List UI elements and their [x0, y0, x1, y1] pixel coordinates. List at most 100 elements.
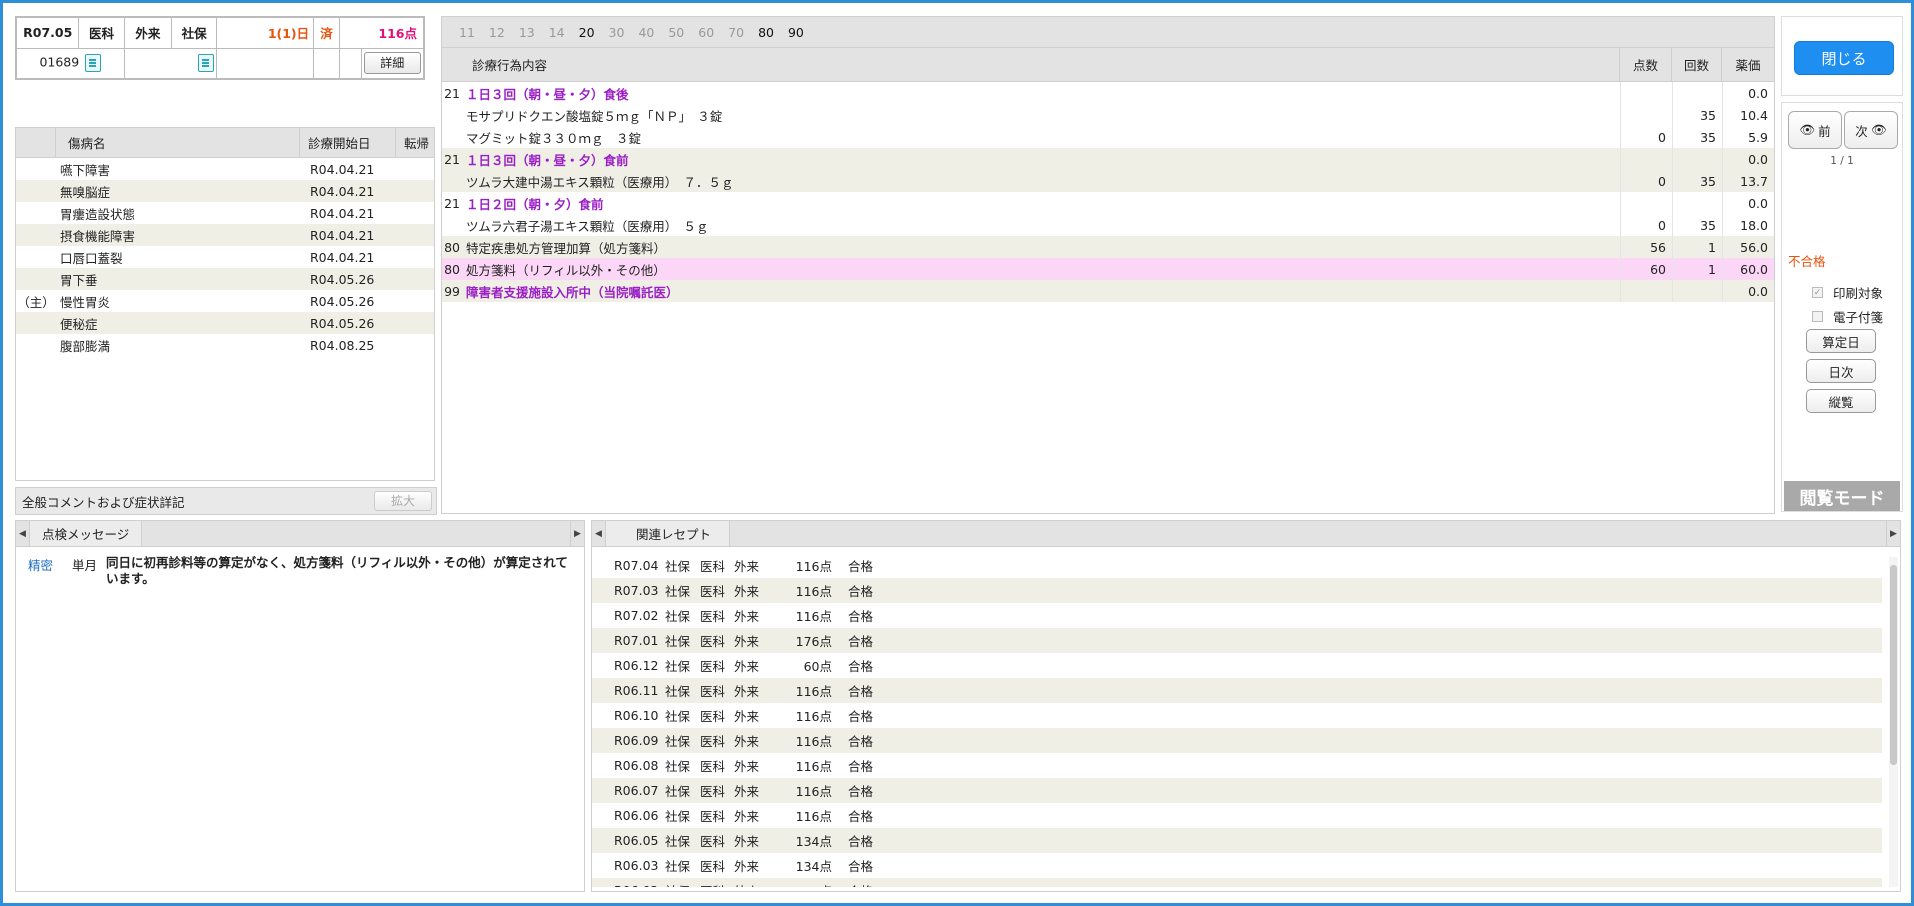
tab-category-60[interactable]: 60: [698, 25, 714, 40]
daily-button[interactable]: 日次: [1806, 359, 1876, 383]
points-value: 116点: [378, 26, 417, 42]
tab-category-13[interactable]: 13: [519, 25, 535, 40]
item-name: 障害者支援施設入所中（当院嘱託医）: [466, 284, 679, 300]
disease-name-header[interactable]: 傷病名: [56, 128, 300, 157]
related-row-cells: R06.08 社保 医科 外来 116点 合格: [592, 753, 1882, 778]
related-receipt-row[interactable]: R06.12 社保 医科 外来 60点 合格: [592, 653, 1884, 678]
disease-row[interactable]: 無嗅脳症 R04.04.21: [16, 180, 434, 202]
related-result: 合格: [848, 634, 874, 649]
related-receipt-row[interactable]: R06.03 社保 医科 外来 134点 合格: [592, 853, 1884, 878]
related-receipt-row[interactable]: R07.01 社保 医科 外来 176点 合格: [592, 628, 1884, 653]
related-receipt-row[interactable]: R06.02社保医科外来134点合格: [592, 878, 1884, 887]
item-row[interactable]: モサプリドクエン酸塩錠５ｍｇ「ＮＰ」 ３錠 35 10.4: [442, 104, 1774, 126]
message-row[interactable]: 精密 単月 同日に初再診料等の算定がなく、処方箋料（リフィル以外・その他）が算定され…: [16, 547, 584, 587]
tab-category-80[interactable]: 80: [758, 25, 774, 40]
item-name: １日２回（朝・夕）食前: [466, 196, 604, 212]
disease-name: 胃下垂: [60, 272, 98, 288]
scroll-left-arrow[interactable]: ◀: [592, 521, 606, 546]
tab-category-20[interactable]: 20: [579, 25, 595, 40]
disease-row[interactable]: 腹部膨満 R04.08.25: [16, 334, 434, 356]
close-button[interactable]: 閉じる: [1794, 41, 1894, 75]
disease-row[interactable]: 胃下垂 R04.05.26: [16, 268, 434, 290]
prev-button[interactable]: 👁 前: [1788, 111, 1842, 149]
related-points: 116点: [795, 809, 832, 824]
calc-date-button[interactable]: 算定日: [1806, 329, 1876, 353]
disease-row[interactable]: （主） 慢性胃炎 R04.05.26: [16, 290, 434, 312]
related-tab-bar: ◀ 関連レセプト ▶: [592, 521, 1900, 547]
related-receipt-row[interactable]: R07.04 社保 医科 外来 116点 合格: [592, 553, 1884, 578]
document-icon[interactable]: [198, 54, 215, 73]
items-header: 診療行為内容 点数 回数 薬価: [441, 48, 1775, 82]
vertical-scrollbar[interactable]: [1889, 557, 1898, 887]
item-count: 35: [1672, 126, 1722, 148]
related-row-content: R06.08 社保 医科 外来 116点 合格: [592, 753, 892, 778]
related-points: 116点: [795, 784, 832, 799]
detail-button[interactable]: 詳細: [363, 52, 421, 75]
related-receipt-row[interactable]: R06.11 社保 医科 外来 116点 合格: [592, 678, 1884, 703]
start-date: R04.04.21: [310, 205, 375, 221]
related-receipt-row[interactable]: R06.06 社保 医科 外来 116点 合格: [592, 803, 1884, 828]
related-receipt-row[interactable]: R06.08 社保 医科 外来 116点 合格: [592, 753, 1884, 778]
vertical-view-button[interactable]: 縦覧: [1806, 389, 1876, 413]
expand-button[interactable]: 拡大: [374, 491, 432, 511]
item-row[interactable]: 80 処方箋料（リフィル以外・その他） 60 1 60.0: [442, 258, 1774, 280]
scroll-right-arrow[interactable]: ▶: [570, 521, 584, 546]
item-row[interactable]: ツムラ大建中湯エキス顆粒（医療用） ７．５ｇ 0 35 13.7: [442, 170, 1774, 192]
disease-row[interactable]: 胃瘻造設状態 R04.04.21: [16, 202, 434, 224]
tab-category-40[interactable]: 40: [638, 25, 654, 40]
related-points: 116点: [795, 734, 832, 749]
message-list: 精密 単月 同日に初再診料等の算定がなく、処方箋料（リフィル以外・その他）が算定され…: [16, 547, 584, 587]
e-attach-checkbox[interactable]: 電子付箋: [1812, 307, 1883, 326]
related-receipt-row[interactable]: R07.03 社保 医科 外来 116点 合格: [592, 578, 1884, 603]
related-points: 134点: [795, 859, 832, 874]
related-receipt-row[interactable]: R06.09 社保 医科 外来 116点 合格: [592, 728, 1884, 753]
related-receipt-row[interactable]: R06.05 社保 医科 外来 134点 合格: [592, 828, 1884, 853]
tab-check-messages[interactable]: 点検メッセージ: [30, 521, 143, 546]
related-receipt-row[interactable]: R06.07 社保 医科 外来 116点 合格: [592, 778, 1884, 803]
related-category: 医科: [700, 734, 726, 749]
outcome-header[interactable]: 転帰: [396, 128, 434, 157]
related-visit-type: 外来: [734, 734, 760, 749]
related-receipt-row[interactable]: R06.10 社保 医科 外来 116点 合格: [592, 703, 1884, 728]
tab-category-30[interactable]: 30: [609, 25, 625, 40]
item-row[interactable]: 80 特定疾患処方管理加算（処方箋料） 56 1 56.0: [442, 236, 1774, 258]
tab-related-receipts[interactable]: 関連レセプト: [606, 521, 731, 546]
next-button[interactable]: 次 👁: [1844, 111, 1898, 149]
document-icon[interactable]: [85, 54, 102, 73]
item-row[interactable]: マグミット錠３３０ｍｇ ３錠 0 35 5.9: [442, 126, 1774, 148]
related-result: 合格: [848, 609, 874, 624]
item-code: 80: [444, 261, 460, 277]
disease-row[interactable]: 嚥下障害 R04.04.21: [16, 158, 434, 180]
related-insurance: 社保: [665, 784, 691, 799]
disease-row[interactable]: 口唇口蓋裂 R04.04.21: [16, 246, 434, 268]
scrollbar-thumb[interactable]: [1890, 565, 1897, 765]
tab-category-50[interactable]: 50: [668, 25, 684, 40]
related-result: 合格: [848, 809, 874, 824]
blank-cell: [313, 47, 340, 79]
close-area: 閉じる: [1781, 16, 1903, 96]
category-tab-bar: 11 12 13 14 20 30 40 50 60 70 80 90: [441, 16, 1775, 48]
item-row[interactable]: ツムラ六君子湯エキス顆粒（医療用） ５ｇ 0 35 18.0: [442, 214, 1774, 236]
disease-row[interactable]: 摂食機能障害 R04.04.21: [16, 224, 434, 246]
item-row[interactable]: 99 障害者支援施設入所中（当院嘱託医） 0.0: [442, 280, 1774, 302]
item-row[interactable]: 21 １日３回（朝・昼・夕）食後 0.0: [442, 82, 1774, 104]
tab-category-12[interactable]: 12: [489, 25, 505, 40]
related-result: 合格: [848, 584, 874, 599]
print-target-checkbox[interactable]: ✓ 印刷対象: [1812, 283, 1883, 302]
start-date-header[interactable]: 診療開始日: [300, 128, 396, 157]
item-drug-price: 10.4: [1722, 104, 1774, 126]
scroll-left-arrow[interactable]: ◀: [16, 521, 30, 546]
item-row[interactable]: 21 １日２回（朝・夕）食前 0.0: [442, 192, 1774, 214]
related-row-content: R06.05 社保 医科 外来 134点 合格: [592, 828, 892, 853]
disease-row[interactable]: 便秘症 R04.05.26: [16, 312, 434, 334]
item-row[interactable]: 21 １日３回（朝・昼・夕）食前 0.0: [442, 148, 1774, 170]
related-insurance: 社保: [665, 734, 691, 749]
scroll-right-arrow[interactable]: ▶: [1886, 521, 1900, 546]
tab-category-14[interactable]: 14: [549, 25, 565, 40]
tab-category-11[interactable]: 11: [459, 25, 475, 40]
tab-category-90[interactable]: 90: [788, 25, 804, 40]
disease-name: 摂食機能障害: [60, 228, 136, 244]
related-month: R06.06: [614, 808, 659, 823]
related-receipt-row[interactable]: R07.02 社保 医科 外来 116点 合格: [592, 603, 1884, 628]
tab-category-70[interactable]: 70: [728, 25, 744, 40]
